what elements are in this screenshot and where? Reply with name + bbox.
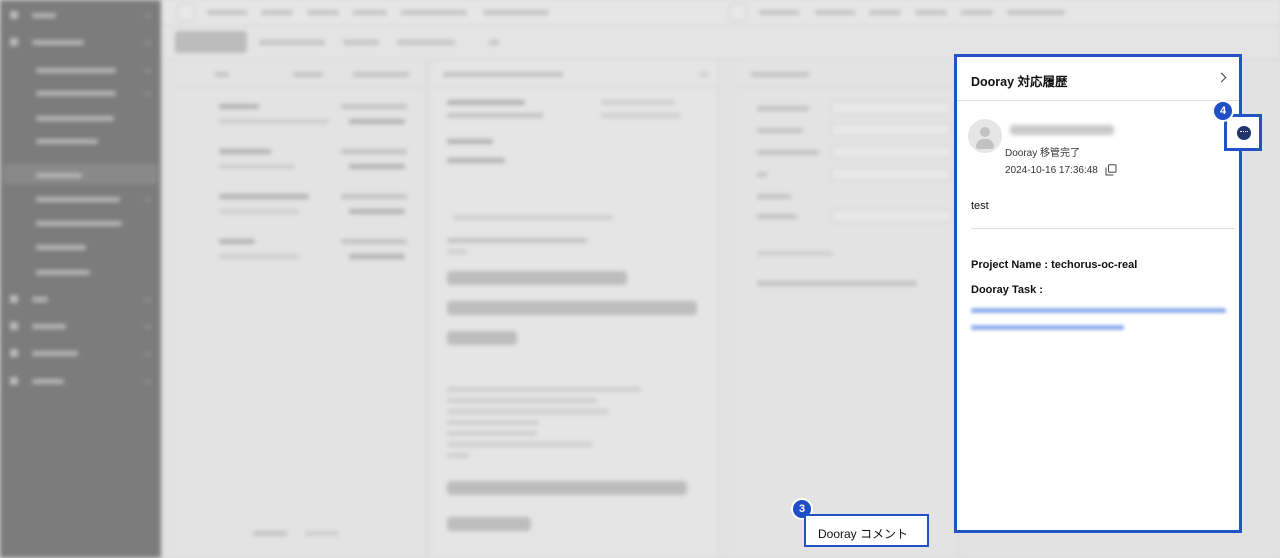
tooltip-text: Dooray コメント — [818, 527, 909, 541]
divider — [971, 228, 1235, 229]
sidebar-item[interactable] — [10, 8, 152, 22]
entry-timestamp: 2024-10-16 17:36:48 — [1005, 165, 1098, 176]
dooray-task-link[interactable] — [971, 308, 1226, 313]
sidebar-item[interactable] — [10, 216, 150, 230]
step-badge-4: 4 — [1212, 100, 1234, 122]
conversation-column — [433, 61, 719, 558]
sidebar-item[interactable] — [10, 63, 152, 77]
sidebar-item[interactable] — [10, 35, 152, 49]
sidebar-item[interactable] — [10, 265, 150, 279]
sidebar-item[interactable] — [10, 192, 152, 206]
comment-icon — [1237, 126, 1251, 140]
sidebar-item[interactable] — [10, 292, 152, 306]
sidebar-item[interactable] — [10, 319, 152, 333]
ticket-list-column — [175, 61, 427, 558]
entry-status: Dooray 移管完了 — [1005, 148, 1081, 159]
dooray-task-label: Dooray Task : — [971, 284, 1043, 296]
sidebar-item[interactable] — [10, 240, 150, 254]
sidebar-item[interactable] — [10, 374, 152, 388]
tab-bar — [161, 0, 1280, 26]
sidebar-item[interactable] — [10, 346, 152, 360]
sidebar-item[interactable] — [10, 111, 150, 125]
panel-header: Dooray 対応履歴 — [957, 57, 1239, 101]
dooray-comment-tooltip: Dooray コメント — [804, 514, 929, 547]
project-name-label: Project Name : techorus-oc-real — [971, 259, 1138, 271]
dooray-history-panel: Dooray 対応履歴 Dooray 移管完了 2024-10-16 17:36… — [954, 54, 1242, 533]
sidebar — [0, 0, 161, 558]
redacted-user-name — [1010, 125, 1114, 135]
sidebar-item[interactable] — [10, 86, 152, 100]
panel-title: Dooray 対応履歴 — [971, 75, 1068, 89]
details-column — [739, 61, 959, 558]
chevron-right-icon[interactable] — [1216, 72, 1227, 83]
dooray-task-link-wrap[interactable] — [971, 325, 1124, 330]
sidebar-item[interactable] — [10, 168, 150, 182]
user-avatar-icon — [968, 119, 1002, 153]
copy-icon[interactable] — [1105, 164, 1117, 176]
entry-message: test — [971, 200, 989, 212]
sidebar-item[interactable] — [10, 134, 150, 148]
